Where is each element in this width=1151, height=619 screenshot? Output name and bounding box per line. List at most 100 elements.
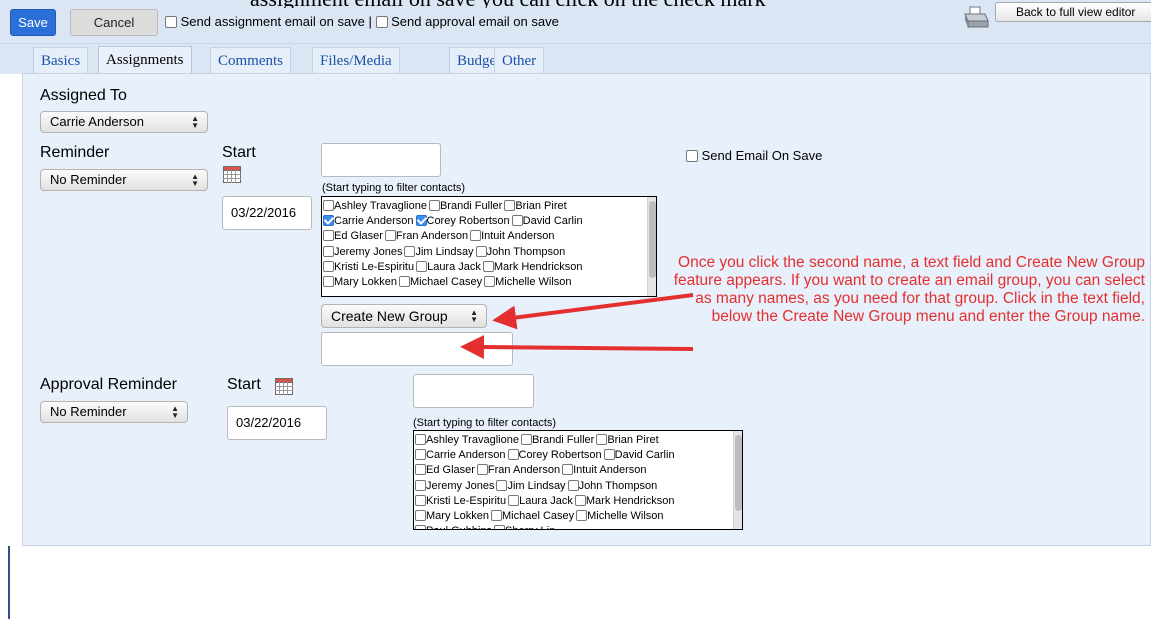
contact-checkbox[interactable] (470, 230, 482, 242)
contact-checkbox[interactable] (415, 434, 426, 445)
assigned-to-select[interactable]: Carrie Anderson ▲ ▼ (40, 111, 208, 133)
contact-name: Michael Casey (409, 276, 483, 289)
contact-checkbox[interactable] (415, 215, 427, 227)
contact-checkbox[interactable] (482, 260, 494, 272)
back-to-full-view-editor-button[interactable]: Back to full view editor (995, 2, 1151, 22)
tab-assignments[interactable]: Assignments (98, 46, 192, 74)
contact-checkbox[interactable] (323, 245, 334, 257)
select-arrows-icon: ▲ ▼ (171, 404, 179, 420)
contact-checkbox[interactable] (576, 510, 588, 522)
contact-name: David Carlin (522, 215, 583, 228)
send-email-on-save-checkbox[interactable] (686, 150, 698, 162)
contact-row: Mary Lokken Michael Casey Michelle Wilson (415, 509, 742, 524)
contact-checkbox[interactable] (415, 525, 426, 529)
create-new-group-value: Create New Group (331, 308, 448, 324)
select-arrows-icon: ▲ ▼ (191, 114, 199, 130)
assignment-email-checkbox[interactable] (165, 16, 177, 28)
contact-checkbox[interactable] (511, 215, 523, 227)
contact-checkbox[interactable] (415, 494, 426, 506)
contact-checkbox[interactable] (398, 276, 410, 288)
contact-checkbox[interactable] (476, 464, 488, 476)
contact-name: Michelle Wilson (587, 510, 664, 523)
tab-comments[interactable]: Comments (210, 47, 292, 73)
approval-contacts-list[interactable]: Ashley Travaglione Brandi Fuller Brian Pir… (413, 430, 743, 530)
contact-row: Jeremy Jones Jim Lindsay John Thompson (323, 245, 656, 260)
contact-checkbox[interactable] (323, 230, 334, 242)
assigned-to-value: Carrie Anderson (50, 114, 144, 129)
contact-checkbox[interactable] (507, 449, 519, 461)
contact-checkbox[interactable] (603, 449, 615, 461)
contact-checkbox[interactable] (415, 510, 426, 522)
clipped-instruction-banner: assignment email on save you can click o… (250, 0, 950, 8)
select-arrows-icon: ▲ ▼ (470, 308, 478, 324)
approval-email-checkbox[interactable] (375, 16, 388, 28)
contact-checkbox[interactable] (484, 276, 496, 288)
contact-row: Carrie Anderson Corey Robertson David Carl… (415, 448, 742, 463)
contact-name: Corey Robertson (426, 215, 510, 228)
approval-filter-input[interactable] (413, 374, 534, 408)
contact-row: Kristi Le-Espiritu Laura Jack Mark Hendric… (415, 494, 742, 509)
tab-files-media[interactable]: Files/Media (312, 47, 400, 73)
contact-checkbox[interactable] (415, 464, 426, 476)
create-new-group-select[interactable]: Create New Group ▲ ▼ (321, 304, 487, 328)
contact-name: Ashley Travaglione (426, 434, 519, 446)
select-arrows-icon: ▲ ▼ (191, 172, 199, 188)
contact-checkbox[interactable] (494, 525, 506, 529)
approval-reminder-label: Approval Reminder (40, 376, 177, 393)
contact-checkbox[interactable] (323, 200, 334, 211)
save-button[interactable]: Save (10, 9, 56, 36)
reminder-contacts-list[interactable]: Ashley Travaglione Brandi Fuller Brian Pir… (321, 196, 657, 297)
printer-icon[interactable] (963, 4, 989, 30)
approval-filter-hint: (Start typing to filter contacts) (413, 417, 557, 429)
contact-checkbox[interactable] (475, 245, 487, 257)
contact-checkbox[interactable] (567, 479, 579, 491)
contact-checkbox[interactable] (415, 479, 426, 491)
approval-reminder-select[interactable]: No Reminder ▲ ▼ (40, 401, 188, 423)
contacts-scroll-thumb[interactable] (735, 435, 742, 512)
contact-row: Mary Lokken Michael Casey Michelle Wilson (323, 275, 656, 290)
reminder-select[interactable]: No Reminder ▲ ▼ (40, 169, 208, 191)
tab-other[interactable]: Other (494, 47, 545, 73)
assignment-email-label: Send assignment email on save | (180, 14, 372, 29)
contact-checkbox[interactable] (596, 434, 608, 445)
assigned-to-label: Assigned To (40, 87, 127, 104)
contact-name: Kristi Le-Espiritu (334, 260, 415, 273)
contact-checkbox[interactable] (323, 215, 334, 227)
contact-name: Ed Glaser (426, 464, 475, 477)
contact-checkbox[interactable] (520, 434, 532, 445)
contact-checkbox[interactable] (416, 260, 428, 272)
contact-checkbox[interactable] (508, 494, 520, 506)
approval-reminder-value: No Reminder (50, 404, 127, 419)
reminder-filter-input[interactable] (321, 143, 441, 177)
contact-row: Jeremy Jones Jim Lindsay John Thompson (415, 479, 742, 494)
contact-checkbox[interactable] (490, 510, 502, 522)
contact-row: Ashley Travaglione Brandi Fuller Brian Pir… (323, 199, 656, 214)
approval-start-date-field[interactable]: 03/22/2016 (227, 406, 327, 440)
tab-basics[interactable]: Basics (33, 47, 89, 73)
tab-strip: Basics Assignments Comments Files/Media … (0, 44, 1151, 74)
contact-checkbox[interactable] (323, 276, 334, 288)
contact-checkbox[interactable] (562, 464, 574, 476)
contact-checkbox[interactable] (404, 245, 416, 257)
send-email-on-save: Send Email On Save (686, 148, 822, 163)
contact-checkbox[interactable] (415, 449, 426, 461)
cancel-button[interactable]: Cancel (70, 9, 158, 36)
calendar-icon[interactable] (223, 166, 241, 183)
contact-name: Laura Jack (519, 494, 573, 507)
annotation-text: Once you click the second name, a text f… (673, 254, 1145, 325)
contact-name: Michelle Wilson (495, 276, 572, 289)
contacts-scrollbar[interactable] (733, 431, 742, 529)
reminder-start-date-field[interactable]: 03/22/2016 (222, 196, 312, 230)
calendar-icon[interactable] (275, 378, 293, 395)
contact-row: Ashley Travaglione Brandi Fuller Brian Pir… (415, 433, 742, 448)
contact-name: Michael Casey (501, 510, 575, 523)
contact-checkbox[interactable] (496, 479, 508, 491)
contact-name: Carrie Anderson (426, 449, 506, 462)
contact-checkbox[interactable] (504, 200, 516, 211)
contact-checkbox[interactable] (428, 200, 440, 211)
contact-checkbox[interactable] (384, 230, 396, 242)
contact-checkbox[interactable] (574, 494, 586, 506)
group-name-input[interactable] (321, 332, 513, 366)
contact-checkbox[interactable] (323, 260, 334, 272)
contact-name: Jim Lindsay (507, 479, 566, 492)
